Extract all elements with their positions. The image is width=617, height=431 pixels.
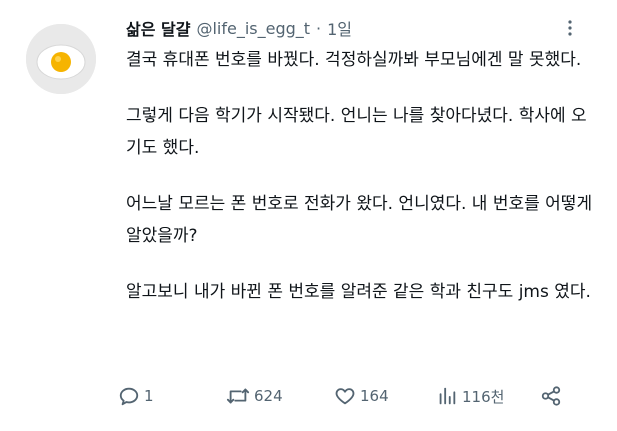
reply-button[interactable]: 1 [118,384,154,408]
action-bar: 1 624 164 116천 [118,384,578,408]
like-button[interactable]: 164 [334,384,389,408]
like-count: 164 [360,387,389,405]
avatar[interactable] [26,24,96,94]
reply-icon [119,387,139,406]
more-button[interactable] [560,18,580,38]
tweet-paragraph: 알고보니 내가 바뀐 폰 번호를 알려준 같은 학과 친구도 jms 였다. [126,282,591,302]
retweet-icon [226,388,250,404]
tweet-text: 결국 휴대폰 번호를 바꿨다. 걱정하실까봐 부모님에겐 말 못했다. 그렇게 … [126,44,596,332]
tweet-paragraph: 결국 휴대폰 번호를 바꿨다. 걱정하실까봐 부모님에겐 말 못했다. [126,50,582,70]
user-handle[interactable]: @life_is_egg_t [196,19,310,38]
boiled-egg-icon [26,24,96,94]
retweet-count: 624 [254,387,283,405]
tweet[interactable]: 삶은 달걀 @life_is_egg_t · 1일 결국 휴대폰 번호를 바꿨다… [0,0,617,431]
views-icon [439,387,456,405]
reply-count: 1 [144,387,154,405]
share-icon [541,386,561,406]
more-icon [568,20,572,36]
timestamp[interactable]: 1일 [327,16,352,40]
tweet-header: 삶은 달걀 @life_is_egg_t · 1일 [126,16,352,40]
views-button[interactable]: 116천 [436,384,504,408]
display-name[interactable]: 삶은 달걀 [126,16,190,40]
view-count: 116천 [462,387,505,406]
tweet-paragraph: 그렇게 다음 학기가 시작됐다. 언니는 나를 찾아다녔다. 학사에 오기도 했… [126,106,587,158]
separator: · [316,18,322,38]
share-button[interactable] [540,384,562,408]
heart-icon [335,388,355,405]
retweet-button[interactable]: 624 [226,384,283,408]
tweet-paragraph: 어느날 모르는 폰 번호로 전화가 왔다. 언니였다. 내 번호를 어떻게 알았… [126,194,593,246]
